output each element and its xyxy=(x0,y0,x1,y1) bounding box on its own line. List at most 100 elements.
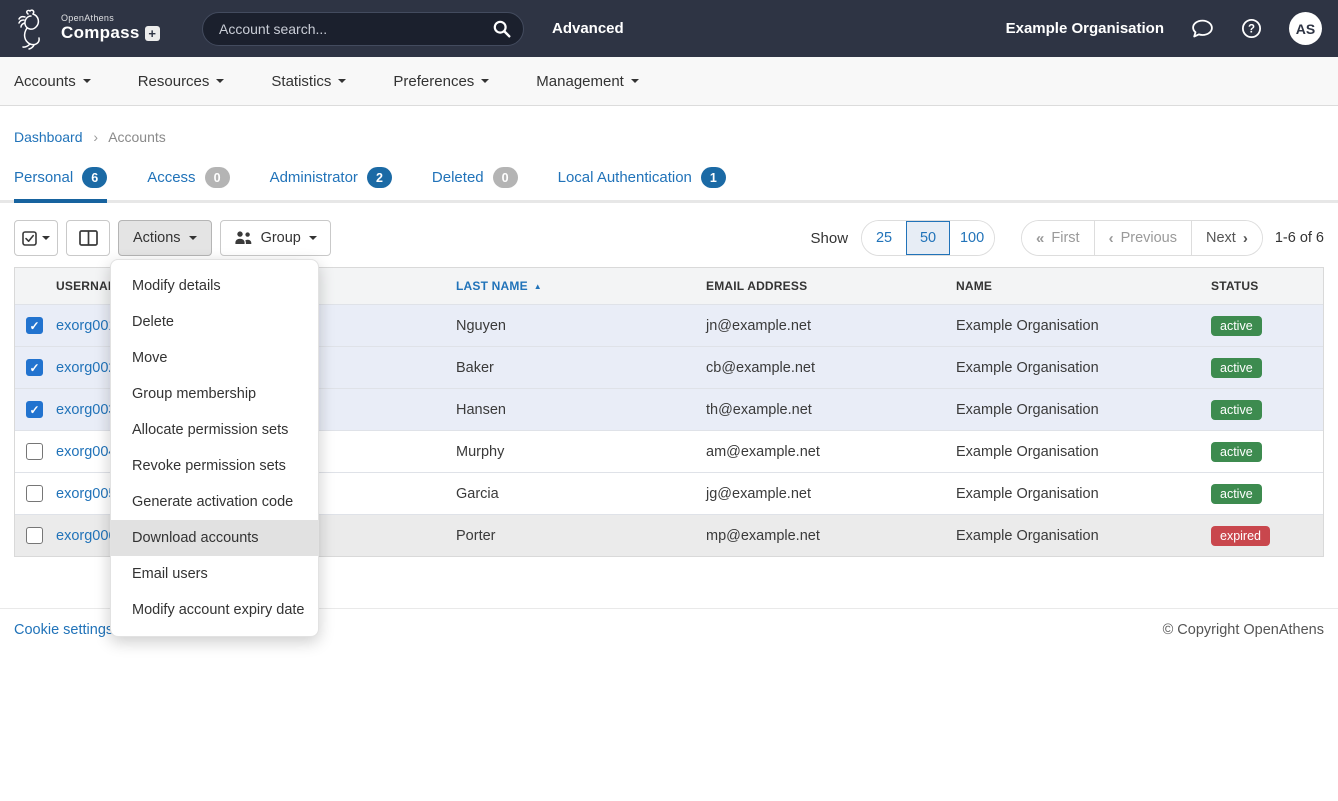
search-input[interactable] xyxy=(202,12,524,46)
chevron-down-icon xyxy=(338,79,346,83)
row-checkbox-cell: ✓ xyxy=(15,401,51,418)
organisation-cell: Example Organisation xyxy=(941,318,1196,334)
tab-access[interactable]: Access0 xyxy=(147,167,229,200)
column-header-name[interactable]: NAME xyxy=(941,279,1196,293)
last-name-cell: Porter xyxy=(441,528,691,544)
breadcrumb-dashboard-link[interactable]: Dashboard xyxy=(14,129,83,145)
username-link[interactable]: exorg002 xyxy=(56,360,116,376)
first-page-label: First xyxy=(1051,230,1079,246)
email-cell: mp@example.net xyxy=(691,528,941,544)
last-name-cell: Hansen xyxy=(441,402,691,418)
app-header: OpenAthens Compass + Advanced Example Or… xyxy=(0,0,1338,57)
status-cell: expired xyxy=(1196,526,1323,546)
menu-item-move[interactable]: Move xyxy=(111,340,318,376)
actions-button[interactable]: Actions xyxy=(118,220,212,256)
nav-item-preferences[interactable]: Preferences xyxy=(393,73,489,90)
tab-label: Local Authentication xyxy=(558,169,692,186)
nav-item-resources[interactable]: Resources xyxy=(138,73,225,90)
menu-item-download-accounts[interactable]: Download accounts xyxy=(111,520,318,556)
nav-item-statistics[interactable]: Statistics xyxy=(271,73,346,90)
nav-item-management[interactable]: Management xyxy=(536,73,639,90)
columns-button[interactable] xyxy=(66,220,110,256)
account-search xyxy=(202,12,524,46)
tab-administrator[interactable]: Administrator2 xyxy=(270,167,392,200)
email-cell: am@example.net xyxy=(691,444,941,460)
help-icon[interactable]: ? xyxy=(1241,18,1262,39)
plus-badge-icon: + xyxy=(145,26,160,41)
menu-item-group-membership[interactable]: Group membership xyxy=(111,376,318,412)
tab-deleted[interactable]: Deleted0 xyxy=(432,167,518,200)
status-cell: active xyxy=(1196,484,1323,504)
menu-item-generate-activation-code[interactable]: Generate activation code xyxy=(111,484,318,520)
select-all-button[interactable] xyxy=(14,220,58,256)
group-people-icon xyxy=(234,231,253,245)
user-avatar[interactable]: AS xyxy=(1289,12,1322,45)
nav-item-label: Management xyxy=(536,73,624,90)
owl-logo-icon xyxy=(14,8,54,50)
menu-item-modify-details[interactable]: Modify details xyxy=(111,268,318,304)
nav-item-accounts[interactable]: Accounts xyxy=(14,73,91,90)
username-link[interactable]: exorg001 xyxy=(56,318,116,334)
tab-personal[interactable]: Personal6 xyxy=(14,167,107,200)
username-link[interactable]: exorg006 xyxy=(56,528,116,544)
page-size-100[interactable]: 100 xyxy=(950,221,994,255)
menu-item-delete[interactable]: Delete xyxy=(111,304,318,340)
tab-count-badge: 0 xyxy=(205,167,230,188)
column-header-email[interactable]: EMAIL ADDRESS xyxy=(691,279,941,293)
openathens-logo[interactable]: OpenAthens Compass + xyxy=(14,8,190,50)
row-checkbox-cell: ✓ xyxy=(15,317,51,334)
row-checkbox-cell xyxy=(15,527,51,544)
pagination: « First ‹ Previous Next › xyxy=(1021,220,1263,256)
row-checkbox[interactable] xyxy=(26,443,43,460)
copyright-text: © Copyright OpenAthens xyxy=(1163,622,1324,638)
previous-page-label: Previous xyxy=(1121,230,1177,246)
account-tabs: Personal6Access0Administrator2Deleted0Lo… xyxy=(0,167,1338,203)
previous-page-icon: ‹ xyxy=(1109,230,1114,247)
username-link[interactable]: exorg003 xyxy=(56,402,116,418)
menu-item-email-users[interactable]: Email users xyxy=(111,556,318,592)
page-size-50[interactable]: 50 xyxy=(906,221,950,255)
row-checkbox-cell xyxy=(15,443,51,460)
status-badge: expired xyxy=(1211,526,1270,546)
chevron-down-icon xyxy=(631,79,639,83)
actions-button-label: Actions xyxy=(133,230,181,246)
menu-item-modify-account-expiry-date[interactable]: Modify account expiry date xyxy=(111,592,318,628)
row-checkbox[interactable]: ✓ xyxy=(26,359,43,376)
row-checkbox[interactable]: ✓ xyxy=(26,401,43,418)
advanced-search-link[interactable]: Advanced xyxy=(552,20,624,37)
menu-item-revoke-permission-sets[interactable]: Revoke permission sets xyxy=(111,448,318,484)
nav-item-label: Resources xyxy=(138,73,210,90)
page: OpenAthens Compass + Advanced Example Or… xyxy=(0,0,1338,801)
first-page-button[interactable]: « First xyxy=(1022,221,1094,255)
first-page-icon: « xyxy=(1036,230,1044,247)
previous-page-button[interactable]: ‹ Previous xyxy=(1094,221,1191,255)
next-page-icon: › xyxy=(1243,230,1248,247)
username-link[interactable]: exorg004 xyxy=(56,444,116,460)
tab-count-badge: 2 xyxy=(367,167,392,188)
tab-local-authentication[interactable]: Local Authentication1 xyxy=(558,167,726,200)
username-link[interactable]: exorg005 xyxy=(56,486,116,502)
status-cell: active xyxy=(1196,400,1323,420)
actions-dropdown-menu: Modify detailsDeleteMoveGroup membership… xyxy=(110,259,319,637)
chat-icon[interactable] xyxy=(1191,19,1214,39)
status-badge: active xyxy=(1211,442,1262,462)
row-checkbox[interactable] xyxy=(26,527,43,544)
row-checkbox[interactable] xyxy=(26,485,43,502)
group-button[interactable]: Group xyxy=(220,220,331,256)
next-page-button[interactable]: Next › xyxy=(1191,221,1262,255)
page-size-group: 2550100 xyxy=(861,220,995,256)
logo-text: OpenAthens Compass + xyxy=(61,14,160,43)
row-checkbox[interactable]: ✓ xyxy=(26,317,43,334)
brand-openathens: OpenAthens xyxy=(61,14,160,24)
column-header-last-name[interactable]: LAST NAME ▲ xyxy=(441,279,691,293)
page-size-25[interactable]: 25 xyxy=(862,221,906,255)
organisation-cell: Example Organisation xyxy=(941,444,1196,460)
menu-item-allocate-permission-sets[interactable]: Allocate permission sets xyxy=(111,412,318,448)
status-badge: active xyxy=(1211,400,1262,420)
search-icon[interactable] xyxy=(493,20,511,38)
chevron-down-icon xyxy=(83,79,91,83)
tab-label: Deleted xyxy=(432,169,484,186)
column-header-status[interactable]: STATUS xyxy=(1196,279,1323,293)
email-cell: th@example.net xyxy=(691,402,941,418)
cookie-settings-link[interactable]: Cookie settings xyxy=(14,622,113,638)
